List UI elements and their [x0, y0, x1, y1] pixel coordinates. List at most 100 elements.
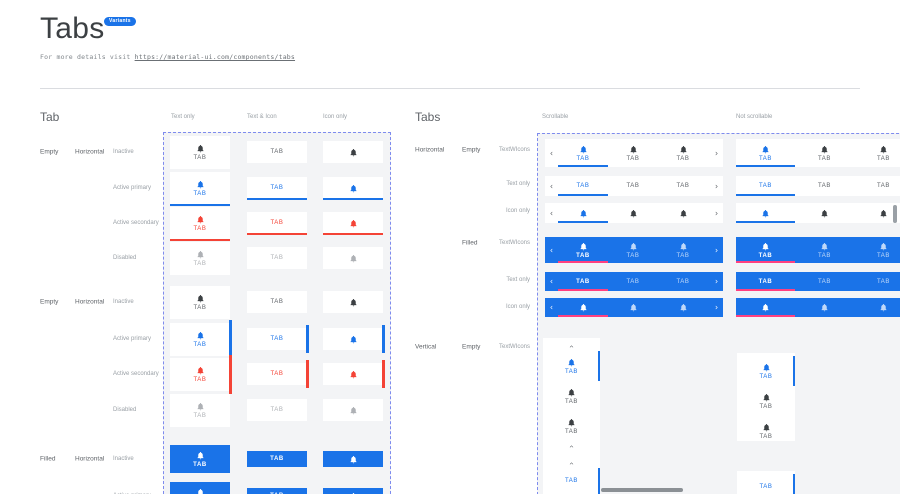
tab-cell[interactable] — [323, 141, 383, 163]
tab[interactable]: TAB — [737, 416, 795, 446]
tab-cell[interactable]: TAB — [247, 291, 307, 313]
tab-cell[interactable] — [323, 488, 383, 494]
scroll-right-button[interactable] — [710, 176, 723, 196]
tabs-bar-scrollable[interactable]: TABTABTAB — [545, 139, 723, 167]
tabs-bar-scrollable[interactable] — [545, 298, 723, 317]
scroll-right-button[interactable] — [710, 272, 723, 291]
tab-cell[interactable]: TAB — [247, 141, 307, 163]
tabs-bar-fixed[interactable] — [736, 203, 900, 223]
tab[interactable] — [795, 298, 854, 317]
tab[interactable]: TAB — [658, 139, 708, 167]
tab[interactable]: TAB — [795, 139, 854, 167]
tab-cell[interactable] — [323, 363, 383, 385]
scroll-left-button[interactable] — [545, 176, 558, 196]
tab-active[interactable] — [736, 203, 795, 223]
tab[interactable]: TAB — [608, 139, 658, 167]
tab-cell[interactable]: TAB — [247, 177, 307, 199]
tab[interactable]: TAB — [608, 237, 658, 263]
tab-cell[interactable]: TAB — [247, 451, 307, 467]
tab-active[interactable] — [736, 298, 795, 317]
scroll-right-button[interactable] — [710, 237, 723, 263]
tab-active[interactable]: TAB — [736, 272, 795, 291]
tab-cell[interactable]: TAB — [170, 286, 230, 319]
tab-active[interactable]: TAB — [736, 237, 795, 263]
tab-cell[interactable]: TAB — [170, 323, 230, 356]
tab-cell[interactable] — [323, 328, 383, 350]
tab[interactable]: TAB — [737, 386, 795, 416]
tab-cell[interactable]: TAB — [170, 445, 230, 473]
horizontal-scrollbar[interactable] — [601, 488, 683, 492]
tabs-bar-fixed[interactable] — [736, 298, 900, 317]
tab-cell[interactable]: TAB — [170, 358, 230, 391]
tab-active[interactable]: TAB — [558, 237, 608, 263]
scroll-left-button[interactable] — [545, 298, 558, 317]
tab[interactable] — [795, 203, 854, 223]
tabs-strip-fixed[interactable]: TAB — [737, 471, 795, 494]
tabs-bar-fixed[interactable]: TABTABTAB — [736, 139, 900, 167]
tabs-bar-scrollable[interactable]: TABTABTAB — [545, 176, 723, 196]
tab[interactable]: TAB — [854, 176, 900, 196]
tab-cell[interactable]: TAB — [170, 172, 230, 205]
scroll-up-button[interactable] — [543, 458, 600, 468]
scroll-down-button[interactable] — [543, 441, 600, 451]
tab[interactable] — [658, 298, 708, 317]
tabs-bar-fixed[interactable]: TABTABTAB — [736, 176, 900, 196]
scroll-left-button[interactable] — [545, 203, 558, 223]
tab-active[interactable] — [558, 298, 608, 317]
tab-cell[interactable]: TAB — [247, 488, 307, 494]
tabs-bar-scrollable[interactable]: TABTABTAB — [545, 237, 723, 263]
scroll-up-button[interactable] — [543, 341, 600, 351]
docs-link[interactable]: https://material-ui.com/components/tabs — [135, 53, 295, 61]
tab-cell[interactable]: TAB — [247, 247, 307, 269]
tabs-strip-scrollable[interactable]: TAB — [543, 455, 600, 494]
scroll-right-button[interactable] — [710, 203, 723, 223]
tab-cell[interactable] — [323, 177, 383, 199]
tab[interactable]: TAB — [543, 411, 600, 441]
tab-active[interactable]: TAB — [736, 176, 795, 196]
tab[interactable]: TAB — [854, 139, 900, 167]
tab[interactable]: TAB — [658, 176, 708, 196]
tab-cell[interactable]: TAB — [170, 242, 230, 275]
tabs-bar-scrollable[interactable]: TABTABTAB — [545, 272, 723, 291]
tab-cell[interactable]: TAB — [170, 207, 230, 240]
tabs-bar-fixed[interactable]: TABTABTAB — [736, 272, 900, 291]
tab[interactable] — [608, 203, 658, 223]
scroll-left-button[interactable] — [545, 272, 558, 291]
tab-active[interactable] — [558, 203, 608, 223]
tab-active[interactable]: TAB — [558, 139, 608, 167]
tab-cell[interactable]: TAB — [247, 363, 307, 385]
tab-active[interactable]: TAB — [737, 474, 795, 494]
tab-active[interactable]: TAB — [558, 176, 608, 196]
vertical-scrollbar[interactable] — [893, 205, 897, 223]
tabs-bar-fixed[interactable]: TABTABTAB — [736, 237, 900, 263]
tab-cell[interactable] — [323, 399, 383, 421]
tab-cell[interactable]: TAB — [247, 328, 307, 350]
tab-cell[interactable]: TAB — [247, 399, 307, 421]
tab-cell[interactable]: TAB — [170, 394, 230, 427]
tabs-bar-scrollable[interactable] — [545, 203, 723, 223]
scroll-right-button[interactable] — [710, 298, 723, 317]
scroll-left-button[interactable] — [545, 139, 558, 167]
tab[interactable]: TAB — [795, 237, 854, 263]
tab[interactable] — [608, 298, 658, 317]
scroll-left-button[interactable] — [545, 237, 558, 263]
tab[interactable]: TAB — [543, 381, 600, 411]
scroll-right-button[interactable] — [710, 139, 723, 167]
tab[interactable]: TAB — [658, 272, 708, 291]
tab-active[interactable]: TAB — [543, 351, 600, 381]
tab-cell[interactable] — [323, 451, 383, 467]
tab-active[interactable]: TAB — [558, 272, 608, 291]
tab-cell[interactable]: TAB — [170, 482, 230, 494]
tab[interactable]: TAB — [795, 272, 854, 291]
tab[interactable]: TAB — [854, 272, 900, 291]
tab-cell[interactable] — [323, 247, 383, 269]
tab-cell[interactable]: TAB — [170, 136, 230, 169]
tabs-strip-scrollable[interactable]: TABTABTAB — [543, 338, 600, 455]
tab-cell[interactable] — [323, 291, 383, 313]
tabs-strip-fixed[interactable]: TABTABTAB — [737, 353, 795, 441]
tab-active[interactable]: TAB — [736, 139, 795, 167]
tab[interactable] — [854, 298, 900, 317]
tab-cell[interactable]: TAB — [247, 212, 307, 234]
tab[interactable]: TAB — [854, 237, 900, 263]
tab-cell[interactable] — [323, 212, 383, 234]
